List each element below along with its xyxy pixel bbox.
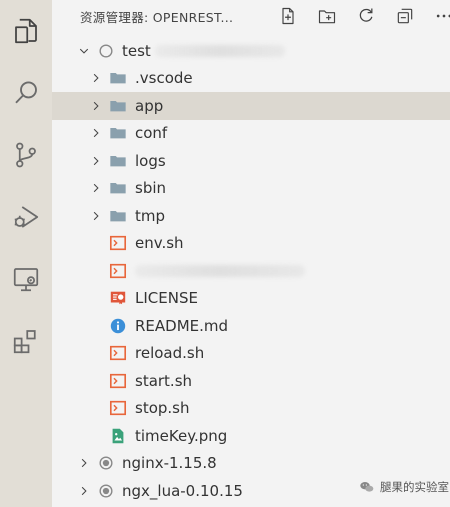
image-file-icon xyxy=(108,426,128,446)
tree-file-license[interactable]: LICENSE xyxy=(52,285,450,313)
folder-label: logs xyxy=(135,151,166,170)
license-file-icon xyxy=(108,288,128,308)
file-label: stop.sh xyxy=(135,399,190,418)
more-icon[interactable] xyxy=(424,2,450,30)
root-folder-icon xyxy=(96,481,116,501)
chevron-right-icon xyxy=(88,125,104,141)
tree-file-reload-sh[interactable]: reload.sh xyxy=(52,340,450,368)
file-label: LICENSE xyxy=(135,289,198,308)
explorer-title: 资源管理器: OPENREST... xyxy=(80,9,234,25)
remote-explorer-icon[interactable] xyxy=(0,248,52,310)
search-icon[interactable] xyxy=(0,62,52,124)
root-folder-icon xyxy=(96,41,116,61)
activity-bar xyxy=(0,0,52,507)
header-actions xyxy=(268,2,450,30)
new-folder-icon[interactable] xyxy=(307,2,346,30)
explorer-sidebar: 资源管理器: OPENREST... test .vscode app conf… xyxy=(52,0,450,507)
tree-folder-logs[interactable]: logs xyxy=(52,147,450,175)
info-icon xyxy=(108,316,128,336)
chevron-right-icon xyxy=(76,455,92,471)
chevron-down-icon xyxy=(76,43,92,59)
tree-file-start-sh[interactable]: start.sh xyxy=(52,367,450,395)
chevron-right-icon xyxy=(88,180,104,196)
file-label: README.md xyxy=(135,316,229,335)
file-tree: test .vscode app conf logs sbin tmp env.… xyxy=(52,37,450,505)
folder-icon xyxy=(108,178,128,198)
tree-file-readme[interactable]: README.md xyxy=(52,312,450,340)
folder-icon xyxy=(108,96,128,116)
folder-label: tmp xyxy=(135,206,166,225)
shell-file-icon xyxy=(108,343,128,363)
chevron-right-icon xyxy=(88,70,104,86)
wechat-icon xyxy=(360,482,374,492)
tree-folder-vscode[interactable]: .vscode xyxy=(52,65,450,93)
folder-label: app xyxy=(135,96,164,115)
chevron-right-icon xyxy=(88,208,104,224)
folder-label: .vscode xyxy=(135,69,193,88)
file-label: reload.sh xyxy=(135,344,205,363)
folder-icon xyxy=(108,206,128,226)
folder-icon xyxy=(108,151,128,171)
tree-folder-app[interactable]: app xyxy=(52,92,450,120)
shell-file-icon xyxy=(108,261,128,281)
tree-folder-sbin[interactable]: sbin xyxy=(52,175,450,203)
tree-folder-conf[interactable]: conf xyxy=(52,120,450,148)
tree-root-label: ngx_lua-0.10.15 xyxy=(122,481,243,500)
tree-folder-tmp[interactable]: tmp xyxy=(52,202,450,230)
tree-file-timekey-png[interactable]: timeKey.png xyxy=(52,422,450,450)
tree-root-label: nginx-1.15.8 xyxy=(122,454,217,473)
file-label: timeKey.png xyxy=(135,426,228,445)
folder-label: sbin xyxy=(135,179,167,198)
file-label: start.sh xyxy=(135,371,193,390)
redacted-text xyxy=(135,264,305,277)
collapse-all-icon[interactable] xyxy=(385,2,424,30)
tree-root-test[interactable]: test xyxy=(52,37,450,65)
tree-file-env-sh[interactable]: env.sh xyxy=(52,230,450,258)
chevron-right-icon xyxy=(76,483,92,499)
explorer-icon[interactable] xyxy=(0,0,52,62)
folder-icon xyxy=(108,68,128,88)
source-control-icon[interactable] xyxy=(0,124,52,186)
folder-icon xyxy=(108,123,128,143)
run-debug-icon[interactable] xyxy=(0,186,52,248)
explorer-header: 资源管理器: OPENREST... xyxy=(52,0,450,32)
new-file-icon[interactable] xyxy=(268,2,307,30)
vscode-window: 资源管理器: OPENREST... test .vscode app conf… xyxy=(0,0,450,507)
tree-file-redacted[interactable] xyxy=(52,257,450,285)
watermark: 腿果的实验室 xyxy=(359,479,449,495)
chevron-right-icon xyxy=(88,98,104,114)
chevron-right-icon xyxy=(88,153,104,169)
shell-file-icon xyxy=(108,398,128,418)
file-label: env.sh xyxy=(135,234,184,253)
shell-file-icon xyxy=(108,233,128,253)
tree-root-label: test xyxy=(122,41,151,60)
redacted-text xyxy=(154,44,285,57)
folder-label: conf xyxy=(135,124,168,143)
refresh-icon[interactable] xyxy=(346,2,385,30)
watermark-text: 腿果的实验室 xyxy=(380,480,449,494)
shell-file-icon xyxy=(108,371,128,391)
extensions-icon[interactable] xyxy=(0,310,52,372)
tree-file-stop-sh[interactable]: stop.sh xyxy=(52,395,450,423)
root-folder-icon xyxy=(96,453,116,473)
tree-root-nginx[interactable]: nginx-1.15.8 xyxy=(52,450,450,478)
